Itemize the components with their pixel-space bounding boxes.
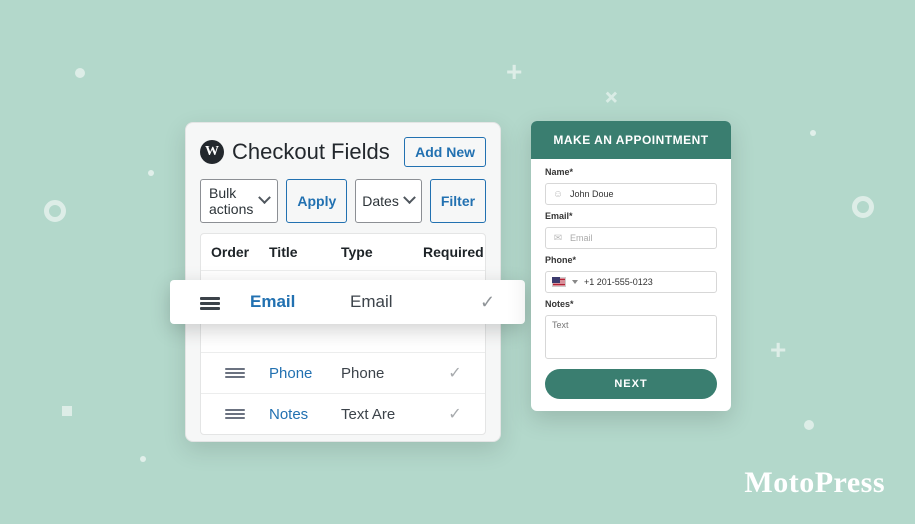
notes-field[interactable]: Text (545, 315, 717, 359)
decor-dot (148, 170, 154, 176)
col-type: Type (331, 244, 413, 260)
label-notes: Notes* (545, 299, 717, 309)
drag-handle[interactable] (201, 366, 259, 380)
drag-icon (200, 295, 220, 309)
decor-x: + (597, 82, 626, 111)
phone-field[interactable]: +1 201-555-0123 (545, 271, 717, 293)
required-check-icon: ✓ (413, 404, 487, 424)
us-flag-icon (552, 277, 566, 287)
decor-plus: + (770, 336, 786, 364)
email-field[interactable]: ✉ Email (545, 227, 717, 249)
drag-handle[interactable] (170, 295, 240, 309)
decor-plus: + (506, 58, 522, 86)
form-header: MAKE AN APPOINTMENT (531, 121, 731, 159)
decor-dot (804, 420, 814, 430)
add-new-button[interactable]: Add New (404, 137, 486, 167)
decor-dot (75, 68, 85, 78)
label-phone: Phone* (545, 255, 717, 265)
admin-header: W Checkout Fields Add New (200, 137, 486, 167)
chevron-down-icon[interactable] (572, 280, 578, 284)
brand-logo: MotoPress (744, 466, 885, 500)
user-icon: ☺ (552, 189, 564, 200)
mail-icon: ✉ (552, 233, 564, 244)
label-name: Name* (545, 167, 717, 177)
table-row[interactable]: Notes Text Are ✓ (201, 393, 485, 434)
col-title: Title (259, 244, 331, 260)
decor-dot (810, 130, 816, 136)
notes-value: Text (552, 320, 569, 330)
page-title: Checkout Fields (232, 139, 396, 165)
row-type: Email (340, 292, 440, 312)
required-check-icon: ✓ (413, 363, 487, 383)
table-header-row: Order Title Type Required (201, 234, 485, 270)
decor-ring (852, 196, 874, 218)
drag-icon (225, 366, 245, 380)
toolbar: Bulk actions Apply Dates Filter (200, 179, 486, 223)
table-row[interactable]: Phone Phone ✓ (201, 352, 485, 393)
decor-ring (44, 200, 66, 222)
next-button[interactable]: NEXT (545, 369, 717, 399)
phone-value: +1 201-555-0123 (584, 277, 653, 287)
bulk-actions-label: Bulk actions (209, 185, 254, 217)
row-title-link[interactable]: Phone (259, 365, 331, 382)
bulk-actions-select[interactable]: Bulk actions (200, 179, 278, 223)
apply-button[interactable]: Apply (286, 179, 347, 223)
row-type: Text Are (331, 406, 413, 423)
required-check-icon: ✓ (440, 292, 525, 313)
appointment-form: MAKE AN APPOINTMENT Name* ☺ John Doue Em… (531, 121, 731, 411)
col-required: Required (413, 244, 487, 260)
fields-table: Order Title Type Required Name Text ✓ Em… (200, 233, 486, 435)
name-field[interactable]: ☺ John Doue (545, 183, 717, 205)
name-value: John Doue (570, 189, 614, 199)
chevron-down-icon (405, 196, 415, 206)
col-order: Order (201, 244, 259, 260)
decor-square (62, 406, 72, 416)
chevron-down-icon (260, 196, 269, 206)
row-title-link[interactable]: Notes (259, 406, 331, 423)
drag-icon (225, 407, 245, 421)
email-placeholder: Email (570, 233, 593, 243)
drag-handle[interactable] (201, 407, 259, 421)
filter-button[interactable]: Filter (430, 179, 486, 223)
wordpress-logo-icon: W (200, 140, 224, 164)
label-email: Email* (545, 211, 717, 221)
table-row-highlight[interactable]: Email Email ✓ (170, 280, 525, 324)
dates-select[interactable]: Dates (355, 179, 422, 223)
decor-dot (140, 456, 146, 462)
dates-label: Dates (362, 193, 399, 209)
row-title-link[interactable]: Email (240, 292, 340, 312)
row-type: Phone (331, 365, 413, 382)
